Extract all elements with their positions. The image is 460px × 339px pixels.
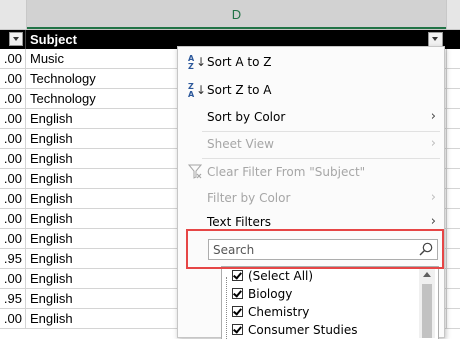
amount-cell[interactable]: .00 [0,129,26,148]
scroll-up-icon[interactable] [423,272,431,277]
chevron-right-icon: › [430,109,436,124]
amount-cell[interactable]: .00 [0,109,26,128]
amount-cell[interactable]: .00 [0,89,26,108]
amount-cell[interactable]: .95 [0,249,26,268]
filter-dropdown-icon[interactable] [9,32,23,46]
amount-cell[interactable]: .00 [0,229,26,248]
filter-values-list: (Select All) Biology Chemistry Consumer … [221,266,439,339]
text-filters-item[interactable]: Text Filters › [178,210,444,234]
sort-a-to-z-item[interactable]: A Z ↓ Sort A to Z [178,50,444,74]
sort-ascending-icon: A Z ↓ [188,54,207,71]
subject-filter-dropdown-button[interactable] [428,32,443,47]
subject-cell[interactable]: Music [30,49,64,68]
search-icon[interactable] [419,242,433,256]
clear-filter-icon [188,164,202,179]
autofilter-menu: A Z ↓ Sort A to Z Z A ↓ Sort Z to A Sort… [177,46,445,339]
checkbox[interactable] [232,270,243,281]
sort-z-to-a-item[interactable]: Z A ↓ Sort Z to A [178,78,444,102]
amount-cell[interactable]: .00 [0,189,26,208]
amount-cell[interactable]: .00 [0,269,26,288]
subject-cell[interactable]: English [30,249,73,268]
column-header-c[interactable] [0,0,27,29]
chevron-right-icon: › [430,190,436,205]
checkbox[interactable] [232,288,243,299]
checkbox[interactable] [232,324,243,335]
sort-z-to-a-label: Sort Z to A [207,83,272,97]
subject-cell[interactable]: English [30,129,73,148]
search-field[interactable] [208,239,438,260]
subject-header-label: Subject [30,32,77,47]
sheet-view-label: Sheet View [207,137,274,151]
checkbox[interactable] [232,306,243,317]
subject-cell[interactable]: English [30,169,73,188]
search-input[interactable] [211,241,415,259]
subject-cell[interactable]: English [30,269,73,288]
subject-cell[interactable]: Technology [30,89,96,108]
sort-by-color-label: Sort by Color [207,110,286,124]
amount-cell[interactable]: .00 [0,209,26,228]
subject-cell[interactable]: English [30,189,73,208]
list-scrollbar[interactable] [419,268,435,338]
filter-by-color-label: Filter by Color [207,191,291,205]
tree-connector [226,277,228,339]
filter-by-color-item: Filter by Color › [178,186,444,210]
clear-filter-label: Clear Filter From "Subject" [207,165,366,179]
chevron-right-icon: › [430,136,436,151]
clear-filter-item: Clear Filter From "Subject" [178,160,444,184]
column-header-d[interactable]: D [27,0,446,29]
sort-descending-icon: Z A ↓ [188,82,207,99]
amount-cell[interactable]: .00 [0,69,26,88]
header-cell-c[interactable] [0,30,26,49]
menu-divider [202,158,440,159]
subject-cell[interactable]: Technology [30,69,96,88]
amount-cell[interactable]: .00 [0,309,26,328]
text-filters-label: Text Filters [207,215,272,229]
amount-cell[interactable]: .00 [0,49,26,68]
sheet-view-item: Sheet View › [178,132,444,156]
scroll-thumb[interactable] [422,284,432,338]
column-header-row: D [0,0,460,30]
chevron-right-icon: › [430,214,436,229]
sort-by-color-item[interactable]: Sort by Color › [178,105,444,129]
column-e-gridline [446,49,447,329]
subject-cell[interactable]: English [30,109,73,128]
subject-cell[interactable]: English [30,309,73,328]
subject-cell[interactable]: English [30,289,73,308]
subject-cell[interactable]: English [30,209,73,228]
amount-cell[interactable]: .00 [0,149,26,168]
sort-a-to-z-label: Sort A to Z [207,55,272,69]
amount-cell[interactable]: .95 [0,289,26,308]
subject-cell[interactable]: English [30,149,73,168]
column-header-e[interactable] [446,0,460,29]
amount-cell[interactable]: .00 [0,169,26,188]
subject-cell[interactable]: English [30,229,73,248]
